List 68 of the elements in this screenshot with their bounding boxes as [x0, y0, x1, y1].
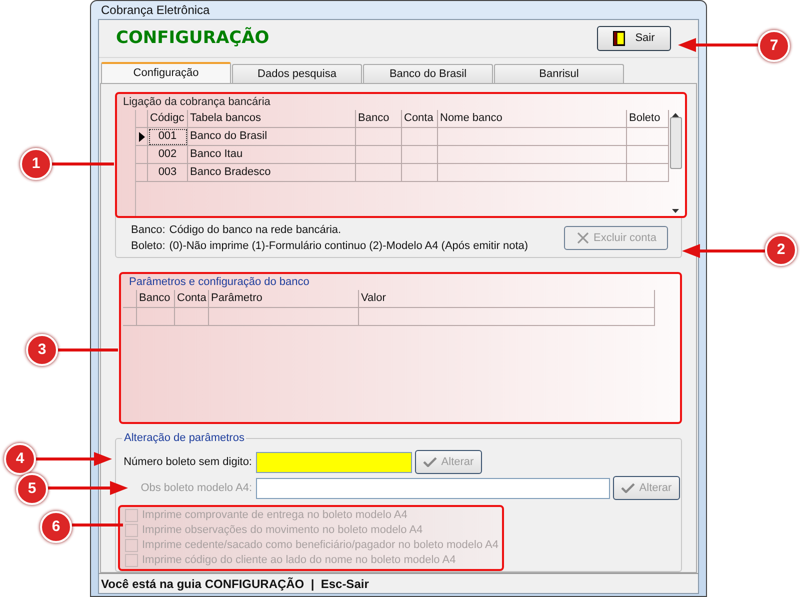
exit-button[interactable]: Sair	[597, 26, 671, 51]
callout-number: 4	[4, 443, 36, 475]
table-cell	[402, 164, 438, 182]
callout-number: 2	[765, 234, 797, 266]
group-title: Alteração de parâmetros	[122, 431, 246, 445]
note-text: Código do banco na rede bancária.	[169, 223, 342, 238]
leader-line	[52, 162, 114, 166]
option-label: Imprime código do cliente ao lado do nome no boleto modelo A4	[142, 553, 456, 568]
table-cell	[123, 308, 137, 326]
callout-number: 7	[758, 30, 790, 62]
text-field[interactable]	[256, 452, 412, 472]
table-cell: Banco Itau	[188, 146, 356, 164]
table-cell	[402, 128, 438, 146]
table-cell	[627, 164, 669, 182]
note-text: (0)-Não imprime (1)-Formulário continuo (2)-Modelo A4 (Após emitir nota)	[169, 239, 528, 254]
tab[interactable]: Banco do Brasil	[363, 64, 493, 83]
table-cell	[627, 128, 669, 146]
table-cell	[627, 146, 669, 164]
table-cell	[137, 308, 175, 326]
callout-number: 5	[16, 473, 48, 505]
tab[interactable]: Configuração	[101, 62, 231, 83]
scroll-down-icon[interactable]	[672, 209, 679, 213]
field-label: Número boleto sem digito:	[122, 454, 253, 470]
column-header: Boleto	[627, 110, 669, 128]
column-header: Banco	[356, 110, 402, 128]
table-cell	[175, 308, 209, 326]
column-header: Parâmetro	[209, 290, 359, 308]
option-label: Imprime observações do movimento no boleto modelo A4	[142, 523, 423, 538]
window-title: Cobrança Eletrônica	[101, 2, 210, 19]
column-header	[123, 290, 137, 308]
table-cell	[402, 146, 438, 164]
door-icon	[613, 31, 626, 46]
option-label: Imprime cedente/sacado como beneficiário/pagador no boleto modelo A4	[142, 538, 499, 554]
option-label: Imprime comprovante de entrega no boleto modelo A4	[142, 508, 408, 524]
column-header: Valor	[359, 290, 655, 308]
close-icon	[576, 231, 590, 245]
column-header: Banco	[137, 290, 175, 308]
checkmark-icon	[621, 483, 636, 493]
column-header: Conta	[175, 290, 209, 308]
callout-number: 6	[40, 511, 72, 543]
table-cell	[356, 128, 402, 146]
table-cell: 001	[148, 128, 188, 146]
callout-number: 3	[26, 334, 58, 366]
leader-line	[58, 348, 118, 352]
table-cell: Banco do Brasil	[188, 128, 356, 146]
page-heading: CONFIGURAÇÃO	[116, 26, 270, 50]
row-pointer-icon	[138, 132, 144, 142]
column-header: Conta	[402, 110, 438, 128]
tab[interactable]: Dados pesquisa	[232, 64, 362, 83]
note-label: Boleto:	[131, 239, 166, 254]
table-cell: Banco Bradesco	[188, 164, 356, 182]
note-label: Banco:	[131, 223, 166, 238]
table-cell: 002	[148, 146, 188, 164]
scroll-thumb[interactable]	[670, 117, 682, 169]
leader-line	[72, 524, 123, 526]
group-title: Parâmetros e configuração do banco	[129, 275, 310, 290]
column-header: Tabela bancos	[188, 110, 356, 128]
status-text: Você está na guia CONFIGURAÇÃO | Esc-Sair	[101, 576, 369, 592]
callout-number: 1	[20, 148, 52, 180]
field-label: Obs boleto modelo A4:	[140, 480, 253, 496]
table-cell: 003	[148, 164, 188, 182]
tab[interactable]: Banrisul	[494, 64, 624, 83]
table-cell	[356, 164, 402, 182]
checkmark-icon	[423, 457, 438, 467]
column-header: Nome banco	[438, 110, 627, 128]
table-cell	[356, 146, 402, 164]
column-header: Códigc	[148, 110, 188, 128]
group-title: Ligação da cobrança bancária	[123, 95, 270, 110]
